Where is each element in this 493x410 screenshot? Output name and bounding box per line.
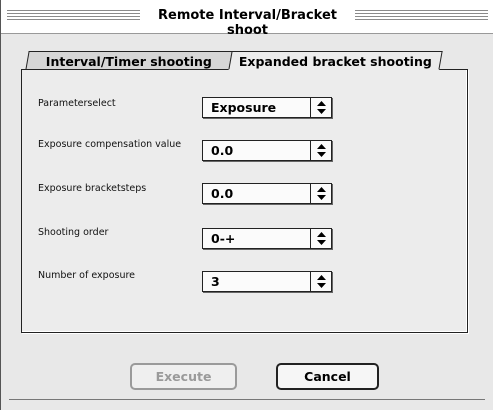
up-down-arrows-icon xyxy=(310,229,331,248)
tab-interval-timer-shooting[interactable]: Interval/Timer shooting xyxy=(25,51,233,70)
shooting-order-label: Shooting order xyxy=(38,227,109,238)
exposure-bracket-steps-popup[interactable]: 0.0 xyxy=(202,183,332,204)
tab-label: Expanded bracket shooting xyxy=(238,54,432,69)
popup-value: Exposure xyxy=(211,100,277,115)
up-down-arrows-icon xyxy=(310,141,331,160)
window-title: Remote Interval/Bracket shoot xyxy=(158,8,337,38)
up-down-arrows-icon xyxy=(310,184,331,203)
remote-shoot-dialog: Remote Interval/Bracket shoot Interval/T… xyxy=(0,0,493,410)
up-down-arrows-icon xyxy=(310,272,331,291)
popup-value: 3 xyxy=(211,274,220,289)
title-stripes-left xyxy=(7,10,140,22)
title-stripes-right xyxy=(355,10,488,22)
popup-value: 0-+ xyxy=(211,231,236,246)
window-bottom-edge xyxy=(9,399,485,400)
shooting-order-popup[interactable]: 0-+ xyxy=(202,228,332,249)
exposure-compensation-popup[interactable]: 0.0 xyxy=(202,140,332,161)
up-down-arrows-icon xyxy=(310,98,331,117)
number-of-exposure-popup[interactable]: 3 xyxy=(202,271,332,292)
exposure-compensation-label: Exposure compensation value xyxy=(38,139,182,150)
number-of-exposure-label: Number of exposure xyxy=(38,270,136,281)
exposure-bracket-steps-label: Exposure bracketsteps xyxy=(38,183,147,194)
execute-button[interactable]: Execute xyxy=(130,363,237,390)
popup-value: 0.0 xyxy=(211,143,234,158)
popup-value: 0.0 xyxy=(211,186,234,201)
parameter-select-label: Parameterselect xyxy=(38,98,116,109)
title-bar[interactable]: Remote Interval/Bracket shoot xyxy=(1,0,493,38)
tab-expanded-bracket-shooting[interactable]: Expanded bracket shooting xyxy=(228,51,443,70)
parameter-select-popup[interactable]: Exposure xyxy=(202,97,332,118)
cancel-button[interactable]: Cancel xyxy=(276,363,379,390)
